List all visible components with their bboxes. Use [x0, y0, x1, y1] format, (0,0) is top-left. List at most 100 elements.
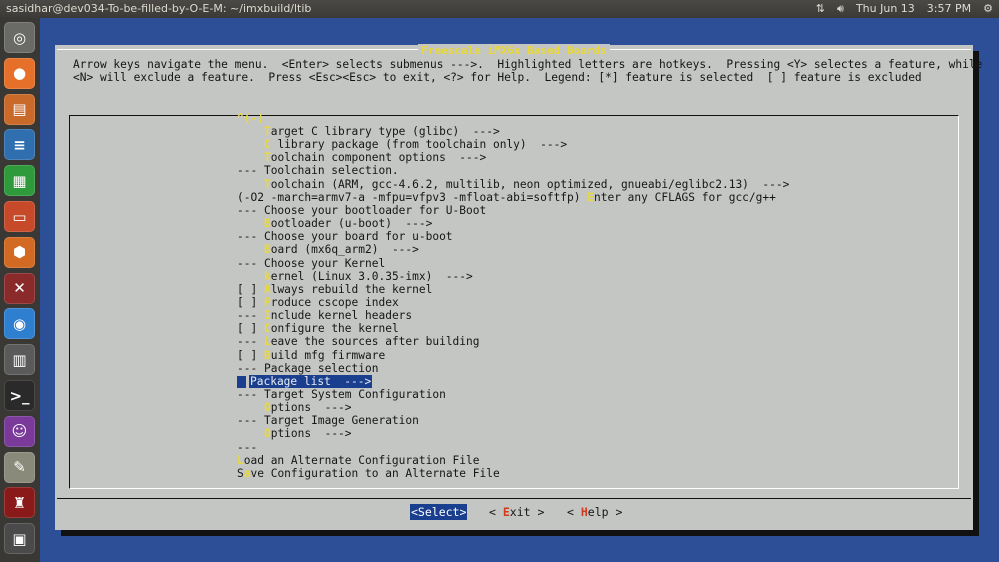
menu-item-label: uild mfg firmware [270, 348, 386, 362]
launcher-item-wine[interactable]: ♜ [4, 487, 35, 519]
menu-item-prefix [237, 178, 264, 191]
menu-item-label: ernel (Linux 3.0.35-imx) ---> [270, 269, 473, 283]
menu-item[interactable]: --- Toolchain selection. [237, 164, 399, 177]
menu-item-label: Toolchain selection. [263, 164, 399, 178]
launcher-item-text-editor[interactable]: ✎ [4, 451, 35, 483]
launcher-item-impress[interactable]: ▭ [4, 201, 35, 232]
launcher-item-writer[interactable]: ≡ [4, 129, 35, 161]
menu-item[interactable]: --- Choose your Kernel [237, 257, 385, 270]
menu-item-label: Package list ---> [249, 374, 373, 388]
launcher: ◎ ● ▤ ≡ ▦ ▭ ⬢ ✕ ◉ ▥ >_ ☺ ✎ ♜ ▣ [0, 18, 41, 562]
menu-item[interactable]: --- [237, 441, 257, 454]
menu-item-label: Package selection [263, 361, 379, 375]
menu-item-prefix: --- [237, 440, 258, 454]
time-label[interactable]: 3:57 PM [927, 0, 971, 18]
launcher-item-dash-home[interactable]: ◎ [4, 22, 35, 53]
menu-item-hotkey: B [263, 348, 271, 362]
menu-item-prefix: [ ] [237, 322, 264, 336]
menu-item[interactable]: --- Target Image Generation [237, 414, 419, 427]
menu-item-label: oard (mx6q_arm2) ---> [270, 243, 419, 257]
select-button[interactable]: <Select> [410, 504, 468, 520]
menu-item[interactable]: Bootloader (u-boot) ---> [237, 217, 432, 230]
menu-item-label: Choose your bootloader for U-Boot [263, 203, 487, 217]
menu-item[interactable]: C library package (from toolchain only) … [237, 138, 567, 151]
menu-item-hotkey: O [263, 427, 271, 441]
dialog-title: Freescale iMX6x Based Boards [418, 44, 610, 57]
menu-item[interactable]: Load an Alternate Configuration File [237, 454, 480, 467]
menu-item-prefix: [ ] [237, 348, 264, 362]
software-center-icon: ⬢ [12, 243, 27, 262]
menu-item-label: nclude kernel headers [270, 309, 413, 323]
menu-item-hotkey: L [237, 453, 244, 467]
power-icon[interactable]: ⚙ [983, 0, 993, 18]
menu-item[interactable]: Options ---> [237, 427, 352, 440]
launcher-item-system-settings[interactable]: ✕ [4, 272, 35, 304]
launcher-item-files[interactable]: ▤ [4, 93, 35, 125]
menu-item-label: lways rebuild the kernel [270, 282, 433, 296]
menu-item-label: Target Image Generation [263, 414, 419, 428]
top-panel: sasidhar@dev034-To-be-filled-by-O-E-M: ~… [0, 0, 999, 18]
help-text-line-1: Arrow keys navigate the menu. <Enter> se… [73, 58, 983, 71]
menu-item-prefix [237, 427, 264, 440]
menu-item[interactable]: [ ] Build mfg firmware [237, 349, 385, 362]
menu-item[interactable]: --- Package selection [237, 362, 378, 375]
calculator-icon: ▥ [12, 350, 27, 369]
wine-icon: ♜ [12, 493, 27, 512]
launcher-item-terminal[interactable]: >_ [4, 380, 35, 411]
help-button-pre: < [567, 505, 581, 519]
menu-item[interactable]: kernel (Linux 3.0.35-imx) ---> [237, 270, 473, 283]
launcher-item-workspaces[interactable]: ▣ [4, 523, 35, 555]
menu-item-prefix: [ ] [237, 295, 264, 309]
dash-home-icon: ◎ [12, 28, 27, 47]
window-title: sasidhar@dev034-To-be-filled-by-O-E-M: ~… [6, 2, 312, 15]
menu-item[interactable]: --- Choose your board for u-boot [237, 230, 453, 243]
scroll-indicator: ^(-) [237, 112, 264, 125]
launcher-item-chrome[interactable]: ◉ [4, 308, 35, 340]
menu-item[interactable]: --- Choose your bootloader for U-Boot [237, 204, 486, 217]
menu-item[interactable]: Package list ---> [237, 374, 373, 388]
menu-item-prefix [237, 270, 264, 283]
menu-item-hotkey: L [263, 335, 271, 349]
menu-item-prefix: --- [237, 203, 264, 217]
date-label[interactable]: Thu Jun 13 [856, 0, 915, 18]
menu-item[interactable]: [ ] Always rebuild the kernel [237, 283, 432, 296]
launcher-item-calc[interactable]: ▦ [4, 165, 35, 197]
menu-item[interactable]: --- Include kernel headers [237, 309, 412, 322]
menu-item-prefix: --- [237, 388, 264, 401]
exit-button[interactable]: < Exit > [489, 504, 544, 520]
menu-item[interactable]: Options ---> [237, 401, 352, 414]
help-button-rest: elp > [587, 505, 623, 519]
menu-item-prefix: --- [237, 309, 264, 323]
menu-item[interactable]: Save Configuration to an Alternate File [237, 467, 500, 480]
menu-item-label: ptions ---> [270, 427, 352, 441]
selection-cursor [237, 375, 246, 388]
help-hotkey: H [580, 505, 588, 519]
impress-icon: ▭ [12, 207, 27, 226]
volume-icon[interactable]: 🔊︎ [837, 0, 844, 18]
firefox-icon: ● [12, 64, 27, 83]
menu-item-hotkey: A [263, 282, 271, 296]
menu-item[interactable]: Toolchain component options ---> [237, 151, 486, 164]
menu-item[interactable]: --- Target System Configuration [237, 388, 446, 401]
launcher-item-calculator[interactable]: ▥ [4, 344, 35, 376]
system-settings-icon: ✕ [13, 279, 26, 298]
menu-item-label: (-O2 -march=armv7-a -mfpu=vfpv3 -mfloat-… [237, 190, 588, 204]
exit-button-rest: xit > [509, 505, 545, 519]
network-icon[interactable]: ⇅ [816, 0, 825, 18]
menu-item[interactable]: Target C library type (glibc) ---> [237, 125, 500, 138]
menu-item[interactable]: Toolchain (ARM, gcc-4.6.2, multilib, neo… [237, 178, 789, 191]
menu-item-label: oolchain (ARM, gcc-4.6.2, multilib, neon… [270, 177, 790, 191]
menu-item-label: library package (from toolchain only) --… [270, 138, 568, 152]
menu-item[interactable]: (-O2 -march=armv7-a -mfpu=vfpv3 -mfloat-… [237, 191, 776, 204]
menu-item[interactable]: [ ] Produce cscope index [237, 296, 399, 309]
help-button[interactable]: < Help > [567, 504, 622, 520]
button-separator [57, 498, 971, 499]
menu-item-hotkey: B [263, 217, 271, 231]
launcher-item-software-center[interactable]: ⬢ [4, 236, 35, 268]
launcher-item-pidgin[interactable]: ☺ [4, 415, 35, 447]
menu-list: ^(-) Target C library type (glibc) ---> … [69, 112, 959, 489]
launcher-item-firefox[interactable]: ● [4, 57, 35, 89]
menu-item[interactable]: [ ] Configure the kernel [237, 322, 399, 335]
menu-item[interactable]: Board (mx6q_arm2) ---> [237, 243, 419, 256]
menu-item[interactable]: --- Leave the sources after building [237, 335, 480, 348]
